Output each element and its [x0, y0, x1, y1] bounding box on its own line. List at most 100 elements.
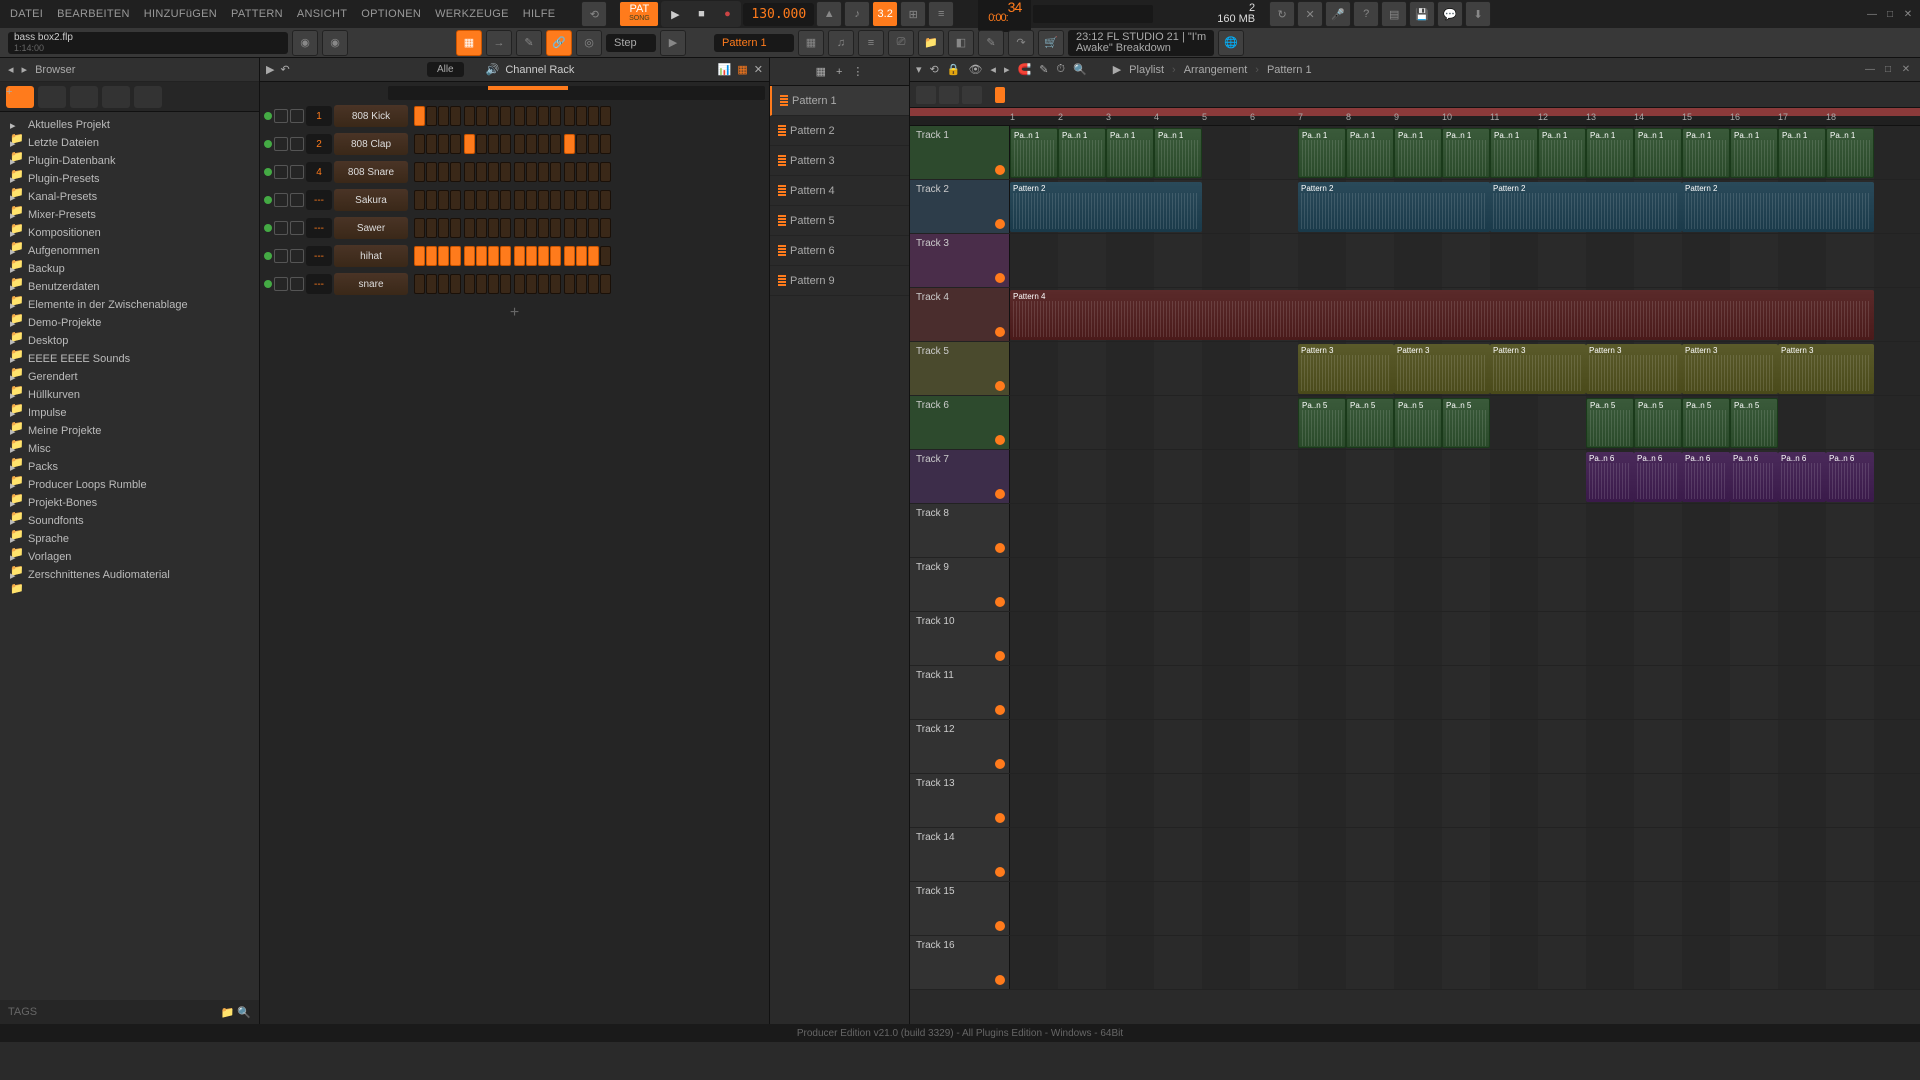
cr-grid-icon[interactable]: ▦ — [737, 63, 747, 76]
track-header[interactable]: Track 11 — [910, 666, 1010, 719]
step-button[interactable] — [538, 190, 549, 210]
pattern-item[interactable]: Pattern 3 — [770, 146, 909, 176]
clip[interactable]: Pa..n 6 — [1826, 452, 1874, 502]
clip[interactable]: Pattern 4 — [1010, 290, 1874, 340]
close-button[interactable]: ✕ — [1900, 7, 1916, 21]
clip[interactable]: Pa..n 6 — [1586, 452, 1634, 502]
playlist-btn[interactable]: ▦ — [798, 30, 824, 56]
pl-tool-draw[interactable] — [916, 86, 936, 104]
step-button[interactable] — [538, 274, 549, 294]
browser-item[interactable]: ▸📁Plugin-Presets — [0, 170, 259, 188]
track-lane[interactable] — [1010, 720, 1920, 773]
step-button[interactable] — [576, 190, 587, 210]
clip[interactable]: Pa..n 1 — [1730, 128, 1778, 178]
track-header[interactable]: Track 13 — [910, 774, 1010, 827]
track-header[interactable]: Track 9 — [910, 558, 1010, 611]
clip[interactable]: Pa..n 1 — [1394, 128, 1442, 178]
track-lane[interactable] — [1010, 234, 1920, 287]
step-button[interactable] — [414, 218, 425, 238]
track-header[interactable]: Track 16 — [910, 936, 1010, 989]
browser-item[interactable]: ▸📁Elemente in der Zwischenablage — [0, 296, 259, 314]
browser-item[interactable]: ▸📁Misc — [0, 440, 259, 458]
metronome-icon[interactable]: ♪ — [844, 1, 870, 27]
knob1[interactable]: ◉ — [292, 30, 318, 56]
step-button[interactable] — [576, 218, 587, 238]
track-mute-button[interactable] — [995, 327, 1005, 337]
step-button[interactable] — [538, 134, 549, 154]
browser-item[interactable]: ▸📁Aktuelles Projekt — [0, 116, 259, 134]
step-button[interactable] — [464, 134, 475, 154]
channel-solo[interactable] — [290, 137, 304, 151]
step-button[interactable] — [550, 106, 561, 126]
track-header[interactable]: Track 7 — [910, 450, 1010, 503]
step-button[interactable] — [514, 190, 525, 210]
clip[interactable]: Pa..n 1 — [1058, 128, 1106, 178]
track-header[interactable]: Track 8 — [910, 504, 1010, 557]
step-button[interactable] — [550, 218, 561, 238]
options-icon[interactable]: ▸ — [22, 63, 28, 76]
browser-item[interactable]: ▸📁Packs — [0, 458, 259, 476]
pattern-item[interactable]: Pattern 6 — [770, 236, 909, 266]
channel-name[interactable]: hihat — [334, 245, 408, 267]
channel-led[interactable] — [264, 252, 272, 260]
browser-item[interactable]: ▸📁Kanal-Presets — [0, 188, 259, 206]
clip[interactable]: Pattern 2 — [1490, 182, 1682, 232]
globe-icon[interactable]: 🌐 — [1218, 30, 1244, 56]
browser-item[interactable]: ▸📁Vorlagen — [0, 548, 259, 566]
step-button[interactable] — [426, 218, 437, 238]
track-header[interactable]: Track 1 — [910, 126, 1010, 179]
minimize-button[interactable]: — — [1864, 7, 1880, 21]
clip[interactable]: Pa..n 1 — [1298, 128, 1346, 178]
step-button[interactable] — [414, 162, 425, 182]
step-button[interactable] — [450, 218, 461, 238]
browser-tab-add[interactable]: + — [6, 86, 34, 108]
step-button[interactable] — [438, 218, 449, 238]
pl-eye-icon[interactable]: 👁 — [968, 63, 982, 76]
folder-icon[interactable]: 📁 — [221, 1007, 235, 1019]
step-button[interactable] — [438, 134, 449, 154]
cr-filter[interactable]: Alle — [427, 62, 464, 77]
step-button[interactable] — [538, 246, 549, 266]
step-button[interactable] — [500, 246, 511, 266]
clip[interactable]: Pa..n 6 — [1682, 452, 1730, 502]
browser-item[interactable]: ▸📁Aufgenommen — [0, 242, 259, 260]
step-button[interactable] — [500, 274, 511, 294]
clip[interactable]: Pattern 3 — [1394, 344, 1490, 394]
step-button[interactable] — [526, 134, 537, 154]
pl-sync-icon[interactable]: ⟲ — [930, 63, 939, 76]
search-icon[interactable]: 🔍 — [237, 1007, 251, 1019]
step-button[interactable] — [438, 246, 449, 266]
pl-time-icon[interactable]: ⏱ — [1056, 63, 1065, 76]
chat-icon[interactable]: 💬 — [1437, 1, 1463, 27]
browser-tab-3[interactable] — [102, 86, 130, 108]
browser-item[interactable]: ▸📁Zerschnittenes Audiomaterial — [0, 566, 259, 584]
pl-magnet-icon[interactable]: 🧲 — [1017, 63, 1031, 76]
channel-number[interactable]: --- — [306, 274, 332, 294]
step-button[interactable] — [588, 134, 599, 154]
clip[interactable]: Pa..n 1 — [1010, 128, 1058, 178]
step-button[interactable] — [500, 106, 511, 126]
step-button[interactable] — [538, 218, 549, 238]
step-button[interactable] — [564, 190, 575, 210]
step-button[interactable] — [588, 106, 599, 126]
clip[interactable]: Pa..n 1 — [1586, 128, 1634, 178]
track-mute-button[interactable] — [995, 705, 1005, 715]
clip[interactable]: Pa..n 1 — [1682, 128, 1730, 178]
browser-tab-4[interactable] — [134, 86, 162, 108]
track-lane[interactable] — [1010, 666, 1920, 719]
picker-menu-icon[interactable]: ⋮ — [852, 65, 863, 78]
step-button[interactable] — [476, 190, 487, 210]
snap-select[interactable]: Step — [606, 34, 656, 52]
help-icon[interactable]: ? — [1353, 1, 1379, 27]
step-button[interactable] — [488, 246, 499, 266]
step-button[interactable] — [426, 106, 437, 126]
channel-number[interactable]: 2 — [306, 134, 332, 154]
menu-edit[interactable]: BEARBEITEN — [51, 4, 136, 24]
track-lane[interactable] — [1010, 828, 1920, 881]
step-button[interactable] — [476, 162, 487, 182]
download-icon[interactable]: ⬇ — [1465, 1, 1491, 27]
channel-mute[interactable] — [274, 221, 288, 235]
channel-solo[interactable] — [290, 221, 304, 235]
play-button[interactable]: ▶ — [663, 3, 687, 25]
browser-tab-2[interactable] — [70, 86, 98, 108]
